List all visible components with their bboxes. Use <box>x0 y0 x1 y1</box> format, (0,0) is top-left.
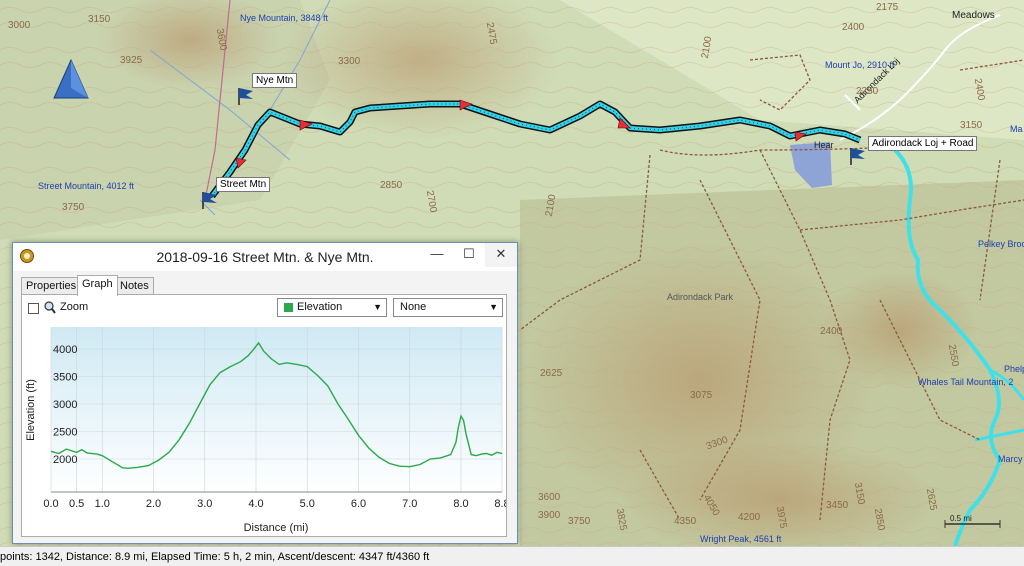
contour-label: 2400 <box>842 22 865 33</box>
peak-label[interactable]: Street Mountain, 4012 ft <box>38 181 134 191</box>
plot-area <box>51 327 502 492</box>
y-axis-label: Elevation (ft) <box>25 379 37 441</box>
chevron-down-icon: ▼ <box>489 302 498 312</box>
waypoint-label-nye[interactable]: Nye Mtn <box>252 73 298 88</box>
y-tick-label: 2500 <box>53 427 77 439</box>
contour-label: 3750 <box>568 516 591 527</box>
place-label: Adirondack Park <box>667 292 734 302</box>
status-bar: points: 1342, Distance: 8.9 mi, Elapsed … <box>0 546 1024 566</box>
waypoint-label-street[interactable]: Street Mtn <box>216 177 271 192</box>
zoom-label: Zoom <box>60 301 89 313</box>
status-text: points: 1342, Distance: 8.9 mi, Elapsed … <box>0 551 430 563</box>
flag-icon[interactable] <box>848 146 868 166</box>
contour-label: 4200 <box>738 512 761 523</box>
x-tick-label: 0.0 <box>43 498 58 510</box>
place-label: Meadows <box>952 10 995 21</box>
x-tick-label: 8.0 <box>453 498 468 510</box>
contour-label: 3150 <box>960 120 983 131</box>
primary-series-dropdown[interactable]: Elevation ▼ <box>277 298 387 317</box>
magnifier-icon <box>44 301 56 314</box>
y-tick-label: 3000 <box>53 399 77 411</box>
contour-label: 2625 <box>540 368 563 379</box>
north-arrow-icon <box>53 58 89 99</box>
y-tick-label: 2000 <box>53 454 77 466</box>
x-tick-label: 0.5 <box>69 498 84 510</box>
maximize-button[interactable]: ☐ <box>453 243 485 267</box>
window-titlebar[interactable]: 2018-09-16 Street Mtn. & Nye Mtn. — ☐ ✕ <box>13 243 517 271</box>
x-tick-label: 7.0 <box>402 498 417 510</box>
contour-label: 2175 <box>876 2 899 13</box>
place-label: Pelkey Broo <box>978 239 1024 249</box>
graph-panel: Zoom Elevation ▼ None ▼ 0.0 0.5 1.0 2.0 3.0 4… <box>21 294 507 537</box>
close-button[interactable]: ✕ <box>485 243 517 267</box>
contour-label: 3000 <box>8 20 31 31</box>
peak-label[interactable]: Wright Peak, 4561 ft <box>700 534 781 544</box>
place-label: Hear <box>814 140 834 150</box>
minimize-button[interactable]: — <box>421 243 453 267</box>
contour-label: 3075 <box>690 390 713 401</box>
place-label: Phelp <box>1004 364 1024 374</box>
x-tick-label: 6.0 <box>351 498 366 510</box>
x-tick-label: 2.0 <box>146 498 161 510</box>
peak-label[interactable]: Nye Mountain, 3848 ft <box>240 13 328 23</box>
contour-label: 2400 <box>820 326 843 337</box>
contour-label: 2250 <box>856 86 879 97</box>
elevation-swatch <box>284 303 293 312</box>
chevron-down-icon: ▼ <box>373 302 382 312</box>
flag-icon[interactable] <box>236 86 256 106</box>
peak-label[interactable]: Whales Tail Mountain, 2 <box>918 377 1013 387</box>
tab-notes[interactable]: Notes <box>115 277 154 295</box>
y-tick-label: 4000 <box>53 344 77 356</box>
x-tick-label: 1.0 <box>95 498 110 510</box>
y-tick-label: 3500 <box>53 372 77 384</box>
x-tick-label: 8.8 <box>494 498 506 510</box>
contour-label: 3150 <box>88 14 111 25</box>
x-tick-label: 5.0 <box>300 498 315 510</box>
contour-label: 3450 <box>826 500 849 511</box>
place-label: Marcy D <box>998 454 1024 464</box>
primary-series-value: Elevation <box>297 301 343 313</box>
track-graph-window[interactable]: 2018-09-16 Street Mtn. & Nye Mtn. — ☐ ✕ … <box>12 242 518 544</box>
contour-label: 2850 <box>380 180 403 191</box>
contour-label: 4350 <box>674 516 697 527</box>
secondary-series-dropdown[interactable]: None ▼ <box>393 298 503 317</box>
contour-label: 3900 <box>538 510 561 521</box>
flag-icon[interactable] <box>200 190 220 210</box>
contour-label: 3600 <box>538 492 561 503</box>
x-tick-label: 4.0 <box>248 498 263 510</box>
waypoint-label-loj[interactable]: Adirondack Loj + Road <box>868 136 978 151</box>
zoom-checkbox[interactable] <box>28 303 39 314</box>
contour-label: 3925 <box>120 55 143 66</box>
contour-label: 3300 <box>338 56 361 67</box>
tab-properties[interactable]: Properties <box>21 277 82 295</box>
place-label: Ma <box>1010 124 1023 134</box>
contour-label: 3750 <box>62 202 85 213</box>
elevation-chart[interactable]: 0.0 0.5 1.0 2.0 3.0 4.0 5.0 6.0 7.0 8.0 8.8 2000 250… <box>22 323 506 536</box>
tab-graph[interactable]: Graph <box>77 275 118 296</box>
x-axis-label: Distance (mi) <box>244 522 309 534</box>
x-tick-label: 3.0 <box>197 498 212 510</box>
scale-label: 0.5 mi <box>950 514 972 523</box>
secondary-series-value: None <box>400 301 427 313</box>
